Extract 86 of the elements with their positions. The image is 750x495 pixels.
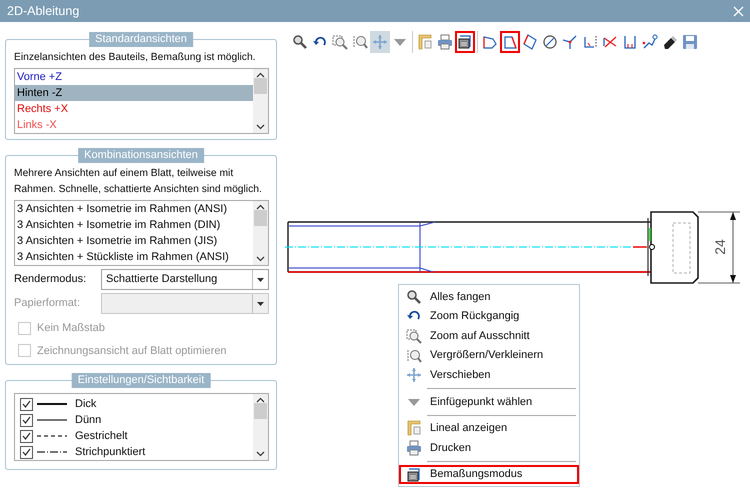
printer-icon (437, 34, 453, 50)
menu-item[interactable]: Vergrößern/Verkleinern (399, 346, 579, 366)
checkbox[interactable] (20, 446, 33, 458)
list-item-label: Dick (75, 397, 96, 412)
quadrilateral-icon (502, 34, 518, 50)
eraser-icon (662, 34, 678, 50)
scrollbar-thumb[interactable] (254, 403, 267, 419)
list-item[interactable]: 3 Ansichten + Isometrie im Rahmen (DIN) (15, 217, 253, 233)
menu-item[interactable]: Drucken (399, 438, 579, 458)
list-item-label: Vorne +Z (17, 71, 62, 83)
list-item-label: Links -X (17, 119, 57, 131)
move-arrows-icon (406, 367, 422, 384)
scrollbar[interactable] (253, 394, 268, 460)
scroll-down-icon[interactable] (256, 124, 265, 130)
list-item-label: Strichpunktiert (75, 445, 146, 460)
dropdown-arrow-icon (257, 302, 264, 306)
list-item[interactable]: Rechts +X (15, 101, 253, 117)
dimension-text: 24 (712, 239, 728, 255)
dimension-line (698, 212, 740, 284)
circle-icon (542, 34, 558, 50)
scroll-down-icon[interactable] (256, 451, 265, 457)
line-style-icon (37, 449, 67, 455)
zoom-scale-icon (352, 34, 368, 50)
group-title: Standardansichten (89, 32, 193, 47)
description-text: Einzelansichten des Bauteils, Bemaßung ist möglich. (14, 51, 257, 65)
dimension-button[interactable] (455, 31, 475, 53)
list-item-label: Dünn (75, 413, 102, 428)
list-item[interactable]: Links -X (15, 117, 253, 133)
bracket-lines-icon (622, 34, 638, 50)
list-item[interactable]: Vorne +Z (15, 69, 253, 85)
magnifier-icon (292, 34, 308, 50)
window-title: 2D-Ableitung (7, 2, 80, 20)
chain-lines-icon (642, 34, 658, 50)
scrollbar[interactable] (253, 69, 268, 133)
menu-item[interactable]: Lineal anzeigen (399, 418, 579, 438)
fork-lines-icon (562, 34, 578, 50)
menu-item[interactable]: Zoom Rückgangig (399, 306, 579, 326)
dropdown-arrow-icon (257, 278, 264, 282)
checkbox[interactable] (20, 430, 33, 442)
crossed-lines-icon (602, 34, 618, 50)
printer-icon (406, 440, 422, 456)
group-title: Einstellungen/Sichtbarkeit (72, 373, 210, 388)
quadrilateral-button[interactable] (500, 31, 520, 53)
menu-item[interactable]: Zoom auf Ausschnitt (399, 326, 579, 346)
field-label: Rendermodus: (14, 272, 88, 288)
list-item[interactable]: 3 Ansichten + Isometrie im Rahmen (JIS) (15, 233, 253, 249)
ruler-icon (417, 34, 433, 50)
line-style-icon (37, 433, 67, 439)
scrollbar-thumb[interactable] (254, 78, 267, 94)
polyline-icon (482, 34, 498, 50)
menu-item[interactable]: Verschieben (399, 365, 579, 385)
list-item[interactable]: 3 Ansichten + Stückliste im Rahmen (ANSI) (15, 249, 253, 265)
scrollbar[interactable] (253, 201, 268, 265)
line-style-icon (37, 401, 67, 407)
list-item-label: Gestrichelt (75, 429, 128, 444)
ruler-icon (406, 420, 422, 436)
corner-lines-icon (582, 34, 598, 50)
zoom-scale-icon (406, 348, 422, 364)
group-title: Kombinationsansichten (78, 148, 204, 163)
dimension-icon (406, 466, 422, 483)
checkbox[interactable] (20, 414, 33, 426)
list-item-label: Hinten -Z (17, 87, 62, 99)
field-label: Papierformat: (14, 296, 82, 312)
menu-item[interactable]: Einfügepunkt wählen (399, 392, 579, 412)
checkbox-label: Kein Maßstab (37, 321, 105, 336)
scroll-up-icon[interactable] (256, 204, 265, 210)
dropdown[interactable]: Schattierte Darstellung (101, 269, 269, 290)
magnifier-icon (406, 288, 422, 305)
scrollbar-thumb[interactable] (254, 210, 267, 226)
menu-item[interactable]: Bemaßungsmodus (399, 464, 579, 484)
checkbox[interactable] (20, 398, 33, 410)
description-text: Mehrere Ansichten auf einem Blatt, teilweise mit Rahmen. Schnelle, schattierte Ansichten sind möglich. (14, 167, 263, 197)
line-style-icon (37, 417, 67, 423)
zoom-window-icon (332, 34, 348, 50)
scroll-up-icon[interactable] (256, 397, 265, 403)
move-arrows-icon (372, 34, 388, 50)
close-icon[interactable] (733, 6, 744, 16)
zoom-window-icon (406, 328, 422, 344)
scroll-up-icon[interactable] (256, 72, 265, 78)
menu-item[interactable]: Alles fangen (399, 287, 579, 307)
list-item-label: Rechts +X (17, 103, 68, 115)
list-item[interactable]: Hinten -Z (15, 85, 253, 101)
dimension-icon (457, 34, 473, 50)
checkbox-label: Zeichnungsansicht auf Blatt optimieren (37, 344, 227, 358)
list-item[interactable]: 3 Ansichten + Isometrie im Rahmen (ANSI) (15, 201, 253, 217)
scroll-down-icon[interactable] (256, 256, 265, 262)
